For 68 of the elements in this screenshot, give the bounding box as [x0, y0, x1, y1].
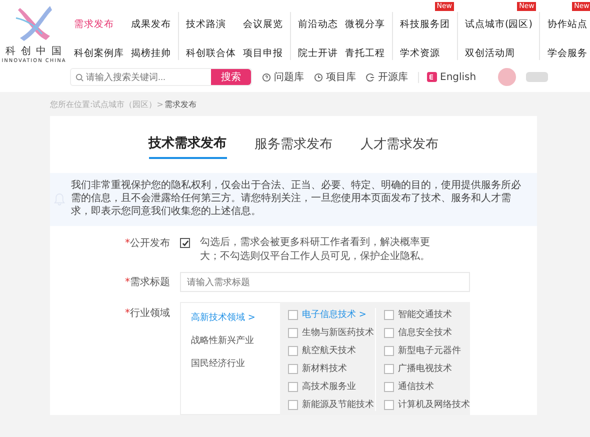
checkbox-description: 勾选后，需求会被更多科研工作者看到，解决概率更大；不勾选则仅平台工作人员可见，保护企业隐私。	[200, 236, 431, 264]
public-checkbox[interactable]	[180, 238, 190, 248]
nav-link[interactable]: 科创联合体	[186, 48, 236, 59]
option-label[interactable]: 广播电视技术	[398, 362, 452, 375]
option-checkbox[interactable]	[384, 364, 394, 374]
option-checkbox[interactable]	[288, 400, 298, 410]
nav-link[interactable]: 学术资源	[400, 48, 440, 59]
option-checkbox[interactable]	[384, 346, 394, 356]
nav-link[interactable]: 院士开讲	[298, 48, 338, 59]
option-label[interactable]: 信息安全技术	[398, 326, 452, 339]
option-label[interactable]: 新材料技术	[302, 362, 347, 375]
nav-link[interactable]: 需求发布	[74, 19, 114, 30]
category-item[interactable]: 国民经济行业	[191, 357, 280, 370]
avatar[interactable]	[498, 68, 516, 86]
field-label: *公开发布	[124, 237, 170, 250]
nav-link[interactable]: 科技服务团	[400, 19, 450, 30]
search-field[interactable]: 请输入搜索关键词... 搜索	[70, 68, 252, 86]
nav-link[interactable]: 技术路演	[186, 19, 226, 30]
option-label[interactable]: 航空航天技术	[302, 344, 356, 357]
blurred-username	[526, 72, 548, 82]
nav-link[interactable]: 会议展览	[243, 19, 283, 30]
breadcrumb-current: 需求发布	[164, 99, 196, 110]
nav-link[interactable]: 前沿动态	[298, 19, 338, 30]
field-label: *行业领域	[124, 306, 170, 320]
category-item[interactable]: 高新技术领域 >	[191, 311, 280, 324]
option-checkbox[interactable]	[384, 328, 394, 338]
nav-link[interactable]: 青托工程	[345, 48, 385, 59]
category-item[interactable]: 战略性新兴产业	[191, 334, 280, 347]
quick-link[interactable]: 项目库	[314, 70, 356, 84]
option-label[interactable]: 新能源及节能技术	[302, 398, 374, 411]
title-input-field[interactable]: 请输入需求标题	[180, 272, 470, 292]
option-checkbox[interactable]	[384, 400, 394, 410]
quick-link[interactable]: 问题库	[262, 70, 304, 84]
quick-link[interactable]: 开源库	[366, 70, 408, 84]
language-link[interactable]: English	[440, 72, 476, 82]
nav-link[interactable]: 项目申报	[243, 48, 283, 59]
nav-link[interactable]: 双创活动周	[465, 48, 515, 59]
option-checkbox[interactable]	[288, 328, 298, 338]
nav-link[interactable]: 学会服务	[547, 48, 588, 59]
tab[interactable]: 人才需求发布	[360, 134, 438, 159]
option-label[interactable]: 生物与新医药技术	[302, 326, 374, 339]
option-label[interactable]: 高技术服务业	[302, 380, 356, 393]
nav-link[interactable]: 成果发布	[131, 19, 171, 30]
option-label[interactable]: 智能交通技术	[398, 308, 452, 321]
option-checkbox[interactable]	[288, 310, 298, 320]
logo-name: 科 创 中 国	[6, 44, 62, 58]
option-checkbox[interactable]	[384, 382, 394, 392]
search-icon	[75, 72, 84, 82]
clock-icon	[314, 72, 323, 82]
option-label[interactable]: 通信技术	[398, 380, 434, 393]
nav-link[interactable]: 协作站点	[547, 19, 588, 30]
language-icon	[427, 72, 437, 82]
search-button[interactable]: 搜索	[211, 69, 251, 85]
option-checkbox[interactable]	[288, 346, 298, 356]
option-label[interactable]: 新型电子元器件	[398, 344, 461, 357]
nav-link[interactable]: 科创案例库	[74, 48, 124, 59]
tab[interactable]: 服务需求发布	[254, 134, 332, 159]
question-icon	[262, 72, 271, 82]
option-checkbox[interactable]	[384, 310, 394, 320]
privacy-notice: 我们非常重视保护您的隐私权利，仅会出于合法、正当、必要、特定、明确的目的，使用提供服务所必需的信息，且不会泄露给任何第三方。请您特别关注，一旦您使用本页面发布了技术、服务和人才需求，即表示您同意我们收集您的上述信息。	[70, 179, 522, 218]
option-label[interactable]: 计算机及网络技术	[398, 398, 470, 411]
nav-link[interactable]: 揭榜挂帅	[131, 48, 171, 59]
nav-link[interactable]: 试点城市(园区)	[465, 19, 532, 30]
tab[interactable]: 技术需求发布	[148, 134, 226, 159]
field-label: *需求标题	[124, 276, 170, 289]
option-checkbox[interactable]	[288, 382, 298, 392]
option-checkbox[interactable]	[288, 364, 298, 374]
nav-link[interactable]: 微视分享	[345, 19, 385, 30]
